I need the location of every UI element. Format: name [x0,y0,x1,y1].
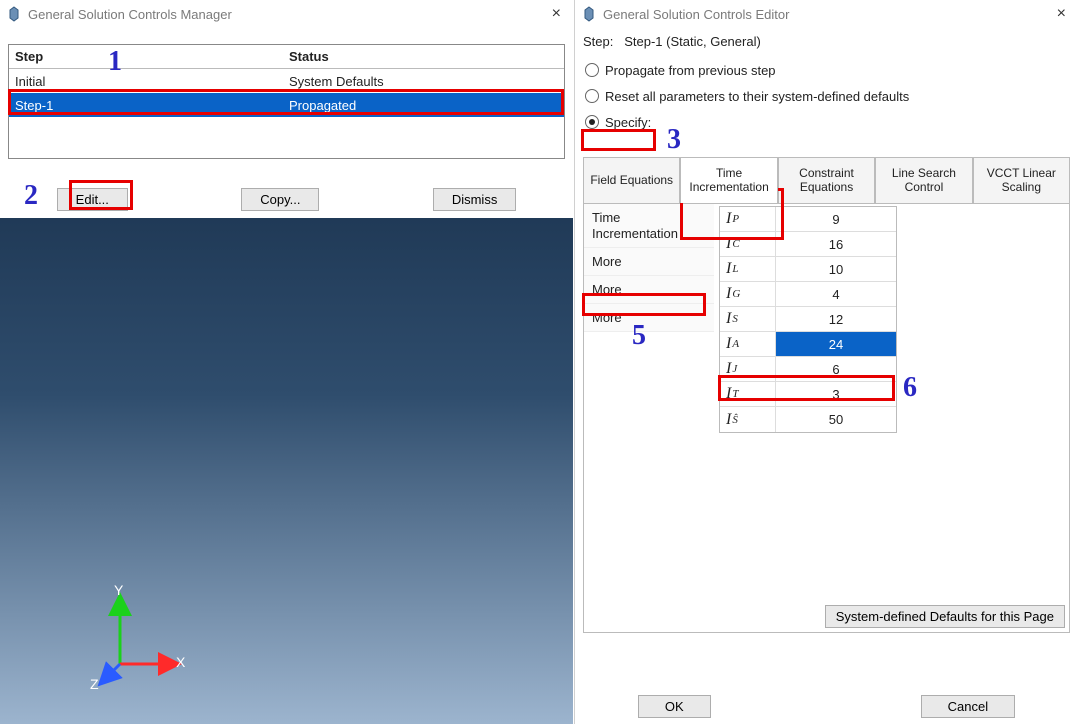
copy-button[interactable]: Copy... [241,188,319,211]
close-icon[interactable]: × [1051,5,1072,23]
param-value[interactable]: 4 [776,282,896,306]
tab-page: Time Incrementation More More More IP9IC… [583,203,1070,633]
tab-time-incrementation[interactable]: Time Incrementation [680,157,777,203]
param-row[interactable]: IL10 [720,257,896,282]
table-row[interactable]: Step-1 Propagated [9,93,564,117]
editor-titlebar[interactable]: General Solution Controls Editor × [575,0,1078,28]
edit-button[interactable]: Edit... [57,188,128,211]
manager-title-text: General Solution Controls Manager [28,7,546,22]
manager-titlebar[interactable]: General Solution Controls Manager × [0,0,573,28]
editor-window: General Solution Controls Editor × Step:… [574,0,1078,724]
radio-group: Propagate from previous step Reset all p… [575,55,1078,137]
param-value[interactable]: 10 [776,257,896,281]
tab-vcct-scaling[interactable]: VCCT Linear Scaling [973,157,1070,203]
axis-x-label: X [176,654,185,670]
manager-buttons: Edit... Copy... Dismiss [0,184,573,214]
param-value[interactable]: 12 [776,307,896,331]
param-symbol: IC [720,232,776,256]
sidelist-time-inc[interactable]: Time Incrementation [584,204,714,248]
close-icon[interactable]: × [546,5,567,23]
param-value[interactable]: 50 [776,407,896,432]
param-value[interactable]: 9 [776,207,896,231]
steps-table: Step Status Initial System Defaults Step… [8,44,565,159]
param-row[interactable]: IP9 [720,207,896,232]
param-row[interactable]: IG4 [720,282,896,307]
app-icon [581,6,597,22]
param-symbol: IL [720,257,776,281]
param-row[interactable]: IT3 [720,382,896,407]
radio-icon [585,89,599,103]
col-status: Status [289,49,564,64]
radio-specify[interactable]: Specify: [585,109,1068,135]
sidelist: Time Incrementation More More More [584,204,714,332]
param-row[interactable]: IA24 [720,332,896,357]
radio-reset[interactable]: Reset all parameters to their system-def… [585,83,1068,109]
table-header: Step Status [9,45,564,69]
step-label: Step: [583,34,613,49]
step-value: Step-1 (Static, General) [624,34,761,49]
param-value[interactable]: 24 [776,332,896,356]
param-symbol: IJ [720,357,776,381]
sidelist-more-3[interactable]: More [584,304,714,332]
ok-cancel: OK Cancel [575,695,1078,718]
param-value[interactable]: 3 [776,382,896,406]
dismiss-button[interactable]: Dismiss [433,188,517,211]
param-table: IP9IC16IL10IG4IS12IA24IJ6IT3IŜ50 [719,206,897,433]
param-symbol: IP [720,207,776,231]
system-defaults-button[interactable]: System-defined Defaults for this Page [825,605,1065,628]
radio-icon [585,63,599,77]
tab-field-equations[interactable]: Field Equations [583,157,680,203]
param-symbol: IS [720,307,776,331]
table-row[interactable]: Initial System Defaults [9,69,564,93]
tabs: Field Equations Time Incrementation Cons… [583,157,1070,203]
sidelist-more-2[interactable]: More [584,276,714,304]
axis-y-label: Y [114,582,123,598]
tab-line-search[interactable]: Line Search Control [875,157,972,203]
param-row[interactable]: IŜ50 [720,407,896,432]
viewport-3d[interactable]: Y X Z [0,218,573,724]
col-step: Step [9,49,289,64]
param-value[interactable]: 6 [776,357,896,381]
param-row[interactable]: IJ6 [720,357,896,382]
editor-title-text: General Solution Controls Editor [603,7,1051,22]
param-symbol: IG [720,282,776,306]
cancel-button[interactable]: Cancel [921,695,1015,718]
step-line: Step: Step-1 (Static, General) [575,28,1078,55]
axes-gizmo: Y X Z [90,584,200,694]
ok-button[interactable]: OK [638,695,711,718]
param-symbol: IŜ [720,407,776,432]
param-row[interactable]: IC16 [720,232,896,257]
radio-propagate[interactable]: Propagate from previous step [585,57,1068,83]
app-icon [6,6,22,22]
tab-constraint-equations[interactable]: Constraint Equations [778,157,875,203]
param-symbol: IT [720,382,776,406]
axis-z-label: Z [90,676,99,692]
param-symbol: IA [720,332,776,356]
param-value[interactable]: 16 [776,232,896,256]
sidelist-more-1[interactable]: More [584,248,714,276]
param-row[interactable]: IS12 [720,307,896,332]
manager-window: General Solution Controls Manager × Step… [0,0,573,724]
radio-icon [585,115,599,129]
